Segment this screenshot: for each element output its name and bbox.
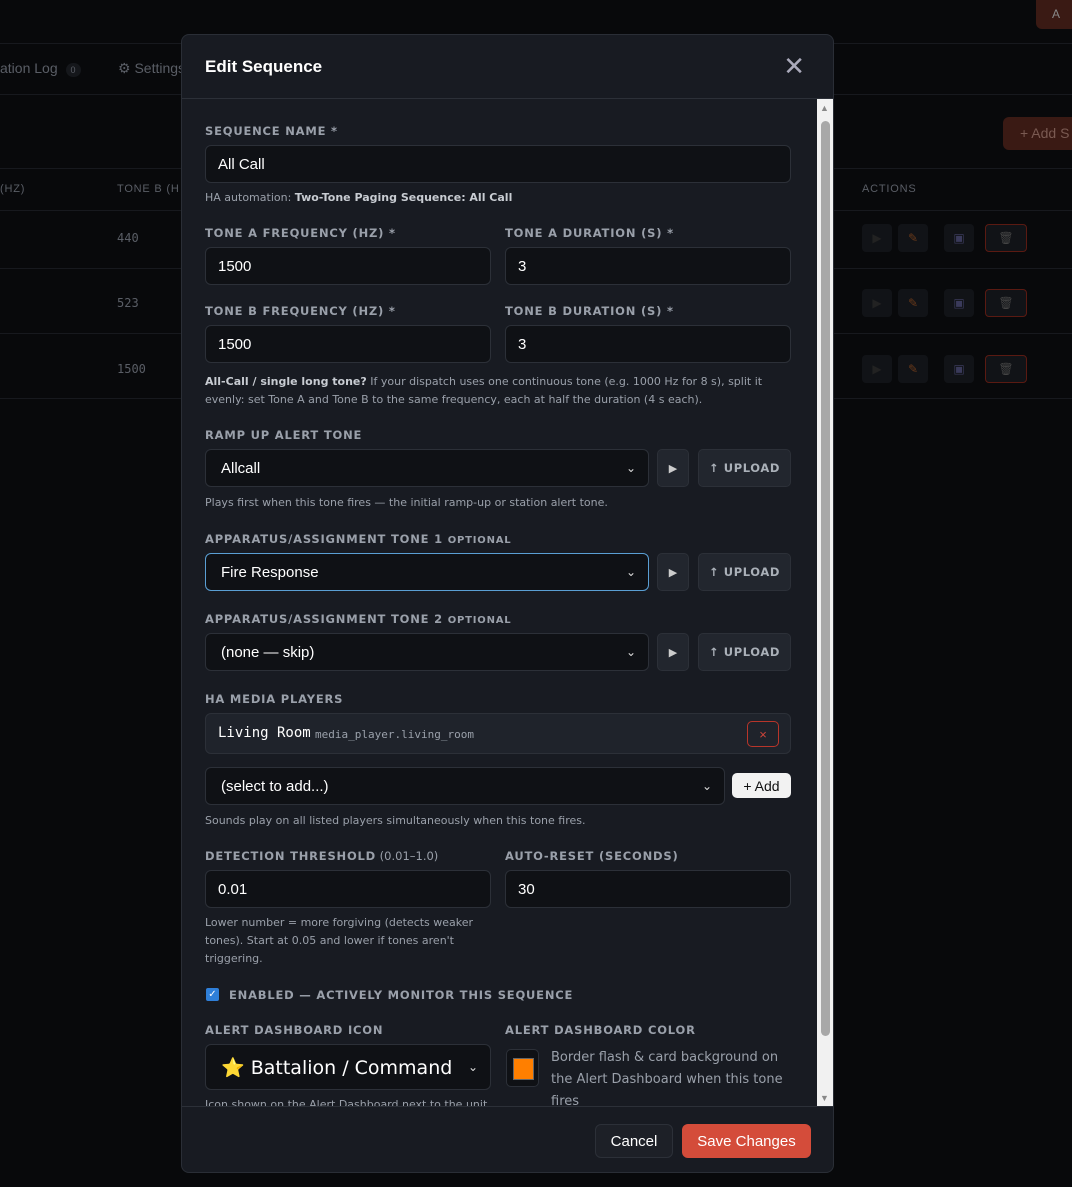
tab-settings[interactable]: ⚙ Settings [118,60,185,77]
enabled-label: ENABLED — ACTIVELY MONITOR THIS SEQUENCE [229,988,574,1002]
selected-value: Fire Response [221,563,319,581]
play-icon: ▶ [668,462,678,475]
gear-icon: ⚙ [118,60,131,76]
color-hint: Border flash & card background on the Al… [551,1050,783,1106]
all-call-hint: All-Call / single long tone? If your dis… [205,375,763,406]
play-icon: ▶ [668,646,678,659]
icon-label: ALERT DASHBOARD ICON [205,1023,384,1037]
close-icon[interactable]: ✕ [783,53,805,79]
color-label: ALERT DASHBOARD COLOR [505,1023,696,1037]
tone-a-duration-label: TONE A DURATION (S) * [505,226,674,240]
icon-select[interactable]: ⭐ Battalion / Command ⌄ [205,1044,491,1090]
chevron-down-icon: ⌄ [625,565,636,579]
column-header: (HZ) [0,183,26,195]
radio-button[interactable]: ▣ [944,224,974,252]
dialog-header: Edit Sequence ✕ [182,35,833,99]
enabled-checkbox[interactable]: ✓ [206,988,219,1001]
add-sequence-button[interactable]: + Add S [1003,117,1072,150]
media-player-item: Living Room media_player.living_room × [205,713,791,754]
tab-label: Settings [134,60,186,76]
delete-button[interactable]: 🗑 [985,289,1027,317]
threshold-label: DETECTION THRESHOLD (0.01–1.0) [205,849,439,863]
tone-a-duration-input[interactable]: 3 [505,247,791,285]
selected-value: (select to add...) [221,777,329,795]
tab-badge: 0 [65,63,81,77]
top-right-button[interactable]: A [1036,0,1072,29]
dialog-title: Edit Sequence [205,57,323,76]
apparatus-tone-2-select[interactable]: (none — skip) ⌄ [205,633,649,671]
scrollbar[interactable]: ▲ ▼ [817,99,833,1106]
radio-button[interactable]: ▣ [944,289,974,317]
tone-b-frequency-label: TONE B FREQUENCY (HZ) * [205,304,396,318]
add-player-button[interactable]: + Add [732,773,791,798]
apparatus-tone-2-label: APPARATUS/ASSIGNMENT TONE 2 OPTIONAL [205,612,512,626]
dialog-footer: Cancel Save Changes [182,1106,833,1172]
edit-button[interactable]: ✎ [898,355,928,383]
table-cell: 440 [117,231,139,245]
color-picker[interactable] [506,1049,539,1087]
edit-button[interactable]: ✎ [898,224,928,252]
ramp-up-label: RAMP UP ALERT TONE [205,428,363,442]
chevron-down-icon: ⌄ [625,461,636,475]
tone-b-duration-input[interactable]: 3 [505,325,791,363]
delete-button[interactable]: 🗑 [985,355,1027,383]
threshold-hint: Lower number = more forgiving (detects w… [205,916,474,965]
sequence-name-input[interactable]: All Call [205,145,791,183]
upload-ramp-button[interactable]: ↑ UPLOAD [698,449,791,487]
auto-reset-input[interactable]: 30 [505,870,791,908]
chevron-down-icon: ⌄ [467,1060,478,1074]
remove-player-button[interactable]: × [747,721,779,747]
chevron-down-icon: ⌄ [701,779,712,793]
play-button[interactable]: ▶ [862,289,892,317]
dialog-body: SEQUENCE NAME * All Call HA automation: … [182,99,817,1106]
star-icon: ⭐ [221,1056,245,1079]
tone-b-frequency-input[interactable]: 1500 [205,325,491,363]
scroll-down-icon[interactable]: ▼ [820,1093,829,1103]
play-ramp-button[interactable]: ▶ [657,449,689,487]
ramp-up-select[interactable]: Allcall ⌄ [205,449,649,487]
tab-activation-log[interactable]: ation Log 0 [0,60,81,77]
tab-label: ation Log [0,60,58,76]
play-tone-1-button[interactable]: ▶ [657,553,689,591]
selected-value: ⭐ Battalion / Command [221,1056,453,1079]
media-player-entity: media_player.living_room [315,728,474,741]
radio-button[interactable]: ▣ [944,355,974,383]
edit-sequence-dialog: Edit Sequence ✕ SEQUENCE NAME * All Call… [181,34,834,1173]
tone-b-duration-label: TONE B DURATION (S) * [505,304,674,318]
tone-a-frequency-label: TONE A FREQUENCY (HZ) * [205,226,396,240]
chevron-down-icon: ⌄ [625,645,636,659]
scrollbar-thumb[interactable] [821,121,830,1036]
save-changes-button[interactable]: Save Changes [682,1124,811,1158]
sequence-name-label: SEQUENCE NAME * [205,124,338,138]
play-button[interactable]: ▶ [862,355,892,383]
apparatus-tone-1-label: APPARATUS/ASSIGNMENT TONE 1 OPTIONAL [205,532,512,546]
table-cell: 523 [117,296,139,310]
icon-hint: Icon shown on the Alert Dashboard next t… [205,1098,488,1106]
ha-automation-hint: HA automation: Two-Tone Paging Sequence:… [205,191,513,204]
scroll-up-icon[interactable]: ▲ [820,103,829,113]
upload-tone-2-button[interactable]: ↑ UPLOAD [698,633,791,671]
apparatus-tone-1-select[interactable]: Fire Response ⌄ [205,553,649,591]
media-player-name: Living Room [218,725,311,741]
media-players-hint: Sounds play on all listed players simult… [205,814,586,827]
cancel-button[interactable]: Cancel [595,1124,673,1158]
play-button[interactable]: ▶ [862,224,892,252]
media-players-label: HA MEDIA PLAYERS [205,692,344,706]
tone-a-frequency-input[interactable]: 1500 [205,247,491,285]
column-header: TONE B (H [117,183,180,195]
selected-value: Allcall [221,459,261,477]
edit-button[interactable]: ✎ [898,289,928,317]
play-tone-2-button[interactable]: ▶ [657,633,689,671]
add-player-select[interactable]: (select to add...) ⌄ [205,767,725,805]
ramp-up-hint: Plays first when this tone fires — the i… [205,496,608,509]
play-icon: ▶ [668,566,678,579]
table-cell: 1500 [117,362,146,376]
color-swatch [513,1058,534,1080]
upload-tone-1-button[interactable]: ↑ UPLOAD [698,553,791,591]
threshold-input[interactable]: 0.01 [205,870,491,908]
column-header: ACTIONS [862,183,917,195]
selected-value: (none — skip) [221,643,315,661]
delete-button[interactable]: 🗑 [985,224,1027,252]
auto-reset-label: AUTO-RESET (SECONDS) [505,849,679,863]
